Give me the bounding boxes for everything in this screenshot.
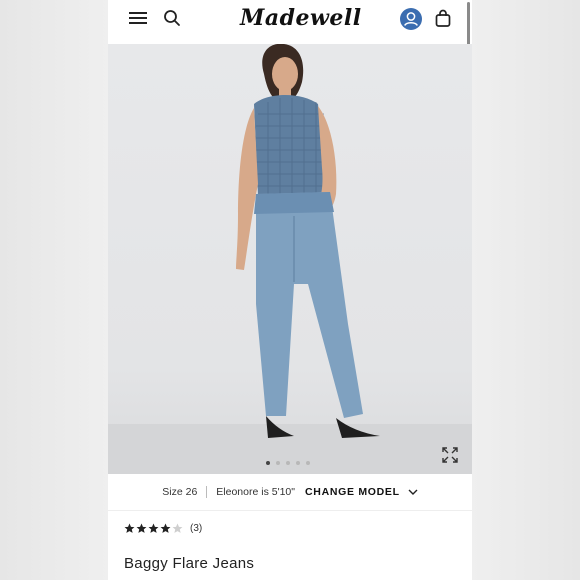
account-icon[interactable] [400, 8, 422, 30]
product-image[interactable] [108, 44, 472, 474]
product-title: Baggy Flare Jeans [124, 555, 255, 572]
change-model-button[interactable]: CHANGE MODEL [305, 486, 418, 498]
site-header: Madewell [108, 0, 472, 104]
bag-icon[interactable] [435, 9, 451, 27]
gallery-dots[interactable] [266, 461, 310, 467]
model-info-bar: Size 26 Eleonore is 5'10" CHANGE MODEL [108, 476, 472, 508]
star-empty-icon [172, 523, 183, 533]
model-figure [236, 44, 380, 438]
brand-logo[interactable]: Madewell [240, 4, 361, 32]
gallery-dot[interactable] [306, 461, 310, 465]
model-size-text: Size 26 [162, 486, 198, 498]
star-filled-icon [148, 523, 159, 533]
gallery-dot[interactable] [266, 461, 270, 465]
change-model-label: CHANGE MODEL [305, 486, 400, 498]
background-right [472, 0, 580, 580]
divider [108, 510, 472, 511]
search-icon[interactable] [163, 9, 181, 27]
menu-icon[interactable] [129, 9, 147, 25]
mobile-page: Madewell Size 26 Eleonore is 5'10" CHANG… [108, 0, 472, 580]
gallery-dot[interactable] [286, 461, 290, 465]
star-filled-icon [124, 523, 135, 533]
gallery-dot[interactable] [276, 461, 280, 465]
star-filled-icon [136, 523, 147, 533]
model-height-text: Eleonore is 5'10" [216, 486, 295, 498]
expand-icon[interactable] [442, 447, 458, 463]
background-left [0, 0, 108, 580]
product-rating[interactable]: (3) [124, 523, 202, 534]
chevron-down-icon [408, 489, 418, 495]
star-filled-icon [160, 523, 171, 533]
separator [206, 486, 208, 498]
gallery-dot[interactable] [296, 461, 300, 465]
review-count[interactable]: (3) [190, 523, 202, 534]
